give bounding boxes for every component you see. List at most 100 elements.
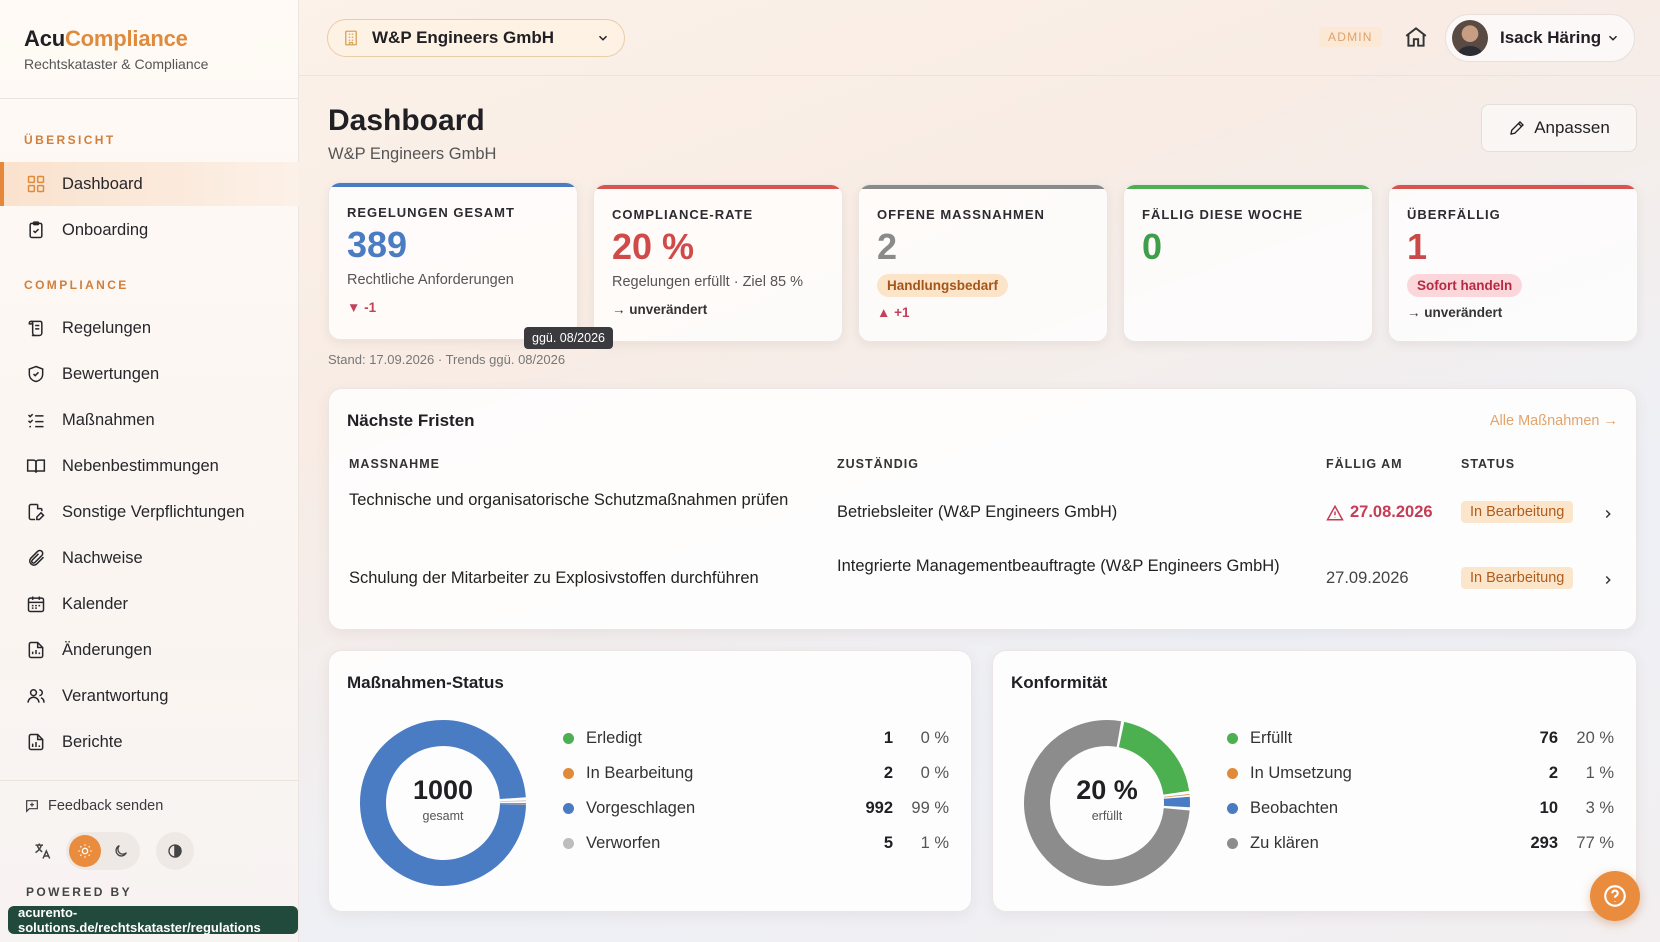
kpi-card-faellig-diese-woche[interactable]: FÄLLIG DIESE WOCHE 0 [1123,184,1373,342]
feedback-link[interactable]: Feedback senden [24,798,163,814]
chevron-right-icon[interactable] [1601,573,1615,587]
legend-item: Zu klären [1227,834,1319,853]
data-as-of: Stand: 17.09.2026 · Trends ggü. 08/2026 [328,352,566,367]
page-subtitle: W&P Engineers GmbH [328,145,497,163]
legend-percent: 1 % [1585,764,1614,782]
chevron-down-icon [1608,35,1618,41]
kpi-value: 20 % [612,226,695,267]
brand-subtitle: Rechtskataster & Compliance [24,56,209,72]
card-title: Maßnahmen-Status [347,673,504,692]
sidebar-item-massnahmen[interactable]: Maßnahmen [0,398,299,442]
legend-item: Verworfen [563,834,660,853]
kpi-label: FÄLLIG DIESE WOCHE [1142,207,1303,222]
question-icon [1604,885,1626,907]
sidebar-item-dashboard[interactable]: Dashboard [0,162,299,206]
chevron-down-icon [598,35,608,41]
scroll-icon [28,320,43,337]
file-chart-icon [28,641,44,659]
status-badge: In Bearbeitung [1461,501,1574,523]
legend-count: 76 [1539,729,1558,747]
legend-dot [563,803,574,814]
sidebar-item-label: Nachweise [62,548,143,567]
sidebar-item-kalender[interactable]: Kalender [0,582,299,626]
sidebar-item-onboarding[interactable]: Onboarding [0,208,299,252]
column-header-massnahme: MASSNAHME [349,457,440,471]
due-date: 27.08.2026 [1350,503,1433,521]
home-icon[interactable] [1403,24,1429,50]
legend-count: 2 [883,764,893,782]
legend-dot [563,768,574,779]
section-label-overview: ÜBERSICHT [24,133,116,147]
legend-count: 10 [1539,799,1558,817]
sidebar-item-sonstige-verpflichtungen[interactable]: Sonstige Verpflichtungen [0,490,299,534]
legend-label: Zu klären [1250,834,1319,852]
organization-select[interactable]: W&P Engineers GmbH [327,19,625,57]
calendar-icon [27,596,45,613]
legend-item: Erfüllt [1227,729,1292,748]
sidebar-item-label: Bewertungen [62,364,160,383]
column-header-status: STATUS [1461,457,1516,471]
customize-label: Anpassen [1534,118,1610,137]
kpi-label: OFFENE MASSNAHMEN [877,207,1045,222]
chevron-right-icon[interactable] [1601,507,1615,521]
page-title: Dashboard [328,104,485,137]
legend-dot [563,733,574,744]
avatar [1452,20,1488,56]
kpi-card-offene-massnahmen[interactable]: OFFENE MASSNAHMEN 2 Handlungsbedarf ▲ +1 [858,184,1108,342]
brand-logo[interactable]: AcuCompliance Rechtskataster & Complianc… [24,26,208,72]
theme-toggle [66,832,140,870]
sidebar-divider [0,98,298,99]
due-date: 27.09.2026 [1326,569,1409,587]
legend-label: In Bearbeitung [586,764,694,782]
legend-dot [1227,768,1238,779]
kpi-value: 1 [1407,226,1428,267]
user-menu[interactable]: Isack Häring [1445,14,1635,62]
sidebar-item-label: Kalender [62,594,129,613]
customize-button[interactable]: Anpassen [1481,104,1637,152]
sidebar-item-aenderungen[interactable]: Änderungen [0,628,299,672]
section-label-compliance: COMPLIANCE [24,278,129,292]
users-icon [27,689,45,703]
kpi-card-compliance-rate[interactable]: COMPLIANCE-RATE 20 % Regelungen erfüllt … [593,184,843,342]
contrast-icon[interactable] [156,832,194,870]
moon-icon[interactable] [105,835,137,867]
sidebar-item-nebenbestimmungen[interactable]: Nebenbestimmungen [0,444,299,488]
message-plus-icon [26,800,38,813]
pencil-icon [1510,121,1525,135]
translate-icon[interactable] [30,838,56,864]
legend-label: Erledigt [586,729,642,747]
sidebar-item-label: Berichte [62,732,123,751]
organization-name: W&P Engineers GmbH [372,28,554,47]
legend-item: Beobachten [1227,799,1338,818]
conformity-card: Konformität 20 % erfüllt Erfüllt 76 20 % In… [992,650,1637,912]
donut-center-label: erfüllt [1091,809,1123,823]
brand-name-part1: Acu [24,26,65,51]
upcoming-deadlines-card: Nächste Fristen Alle Maßnahmen → MASSNAH… [328,388,1637,630]
legend-label: Vorgeschlagen [586,799,696,817]
donut-center-value: 1000 [412,775,474,805]
donut-center-label: gesamt [422,809,464,823]
kpi-description: Regelungen erfüllt · Ziel 85 % [612,273,804,290]
sidebar-item-verantwortung[interactable]: Verantwortung [0,674,299,718]
all-measures-link[interactable]: Alle Maßnahmen → [1490,413,1618,429]
help-button[interactable] [1590,871,1640,921]
sun-icon[interactable] [69,835,101,867]
kpi-card-ueberfaellig[interactable]: ÜBERFÄLLIG 1 Sofort handeln → unveränder… [1388,184,1638,342]
sidebar-item-nachweise[interactable]: Nachweise [0,536,299,580]
kpi-card-regelungen[interactable]: REGELUNGEN GESAMT 389 Rechtliche Anforde… [328,182,578,340]
sidebar-item-regelungen[interactable]: Regelungen [0,306,299,350]
brand-name-part2: Compliance [64,26,188,51]
card-title: Konformität [1011,673,1108,692]
sidebar-item-label: Sonstige Verpflichtungen [62,502,245,521]
kpi-trend: ▼ -1 [347,299,377,315]
book-open-icon [26,459,46,473]
legend-label: In Umsetzung [1250,764,1352,782]
sidebar-item-label: Nebenbestimmungen [62,456,219,475]
kpi-trend: → unverändert [612,301,708,317]
sidebar-item-berichte[interactable]: Berichte [0,720,299,764]
sidebar-item-bewertungen[interactable]: Bewertungen [0,352,299,396]
status-badge: Handlungsbedarf [877,273,1009,297]
due-date-overdue: 27.08.2026 [1326,501,1433,524]
kpi-label: REGELUNGEN GESAMT [347,205,515,220]
kpi-label: COMPLIANCE-RATE [612,207,754,222]
